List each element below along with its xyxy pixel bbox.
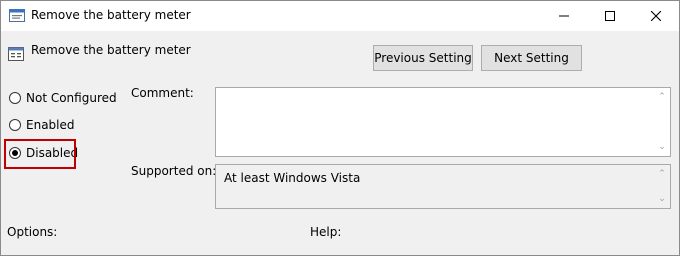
radio-enabled[interactable]: Enabled (9, 116, 75, 134)
radio-label: Not Configured (26, 91, 117, 105)
radio-label: Enabled (26, 118, 75, 132)
supported-on-label: Supported on: (131, 164, 217, 178)
policy-setting-window: Remove the battery meter Remove the batt… (0, 0, 680, 256)
scroll-down-icon[interactable]: ⌄ (654, 140, 670, 154)
title-bar[interactable]: Remove the battery meter (1, 1, 679, 31)
policy-setting-icon (7, 45, 25, 63)
window-title: Remove the battery meter (31, 8, 191, 22)
minimize-icon (559, 15, 569, 17)
supported-scrollbar[interactable]: ⌃ ⌄ (654, 165, 670, 208)
supported-on-value: At least Windows Vista (224, 171, 361, 185)
radio-circle[interactable] (9, 119, 21, 131)
options-label: Options: (7, 225, 58, 239)
policy-name: Remove the battery meter (31, 43, 191, 57)
policy-app-icon (9, 9, 25, 22)
comment-label: Comment: (131, 86, 194, 100)
minimize-button[interactable] (541, 1, 587, 31)
scroll-up-icon[interactable]: ⌃ (654, 90, 670, 104)
supported-on-field: At least Windows Vista ⌃ ⌄ (215, 164, 671, 209)
radio-not-configured[interactable]: Not Configured (9, 89, 117, 107)
maximize-icon (605, 11, 615, 21)
scroll-up-icon[interactable]: ⌃ (654, 167, 670, 181)
next-setting-button[interactable]: Next Setting (481, 45, 582, 71)
comment-scrollbar[interactable]: ⌃ ⌄ (654, 88, 670, 156)
help-label: Help: (310, 225, 342, 239)
radio-circle[interactable] (9, 92, 21, 104)
disabled-highlight-box (4, 139, 76, 169)
comment-field[interactable]: ⌃ ⌄ (215, 87, 671, 157)
close-icon (651, 11, 661, 21)
previous-setting-button[interactable]: Previous Setting (373, 45, 473, 71)
close-button[interactable] (633, 1, 679, 31)
maximize-button[interactable] (587, 1, 633, 31)
scroll-down-icon[interactable]: ⌄ (654, 192, 670, 206)
